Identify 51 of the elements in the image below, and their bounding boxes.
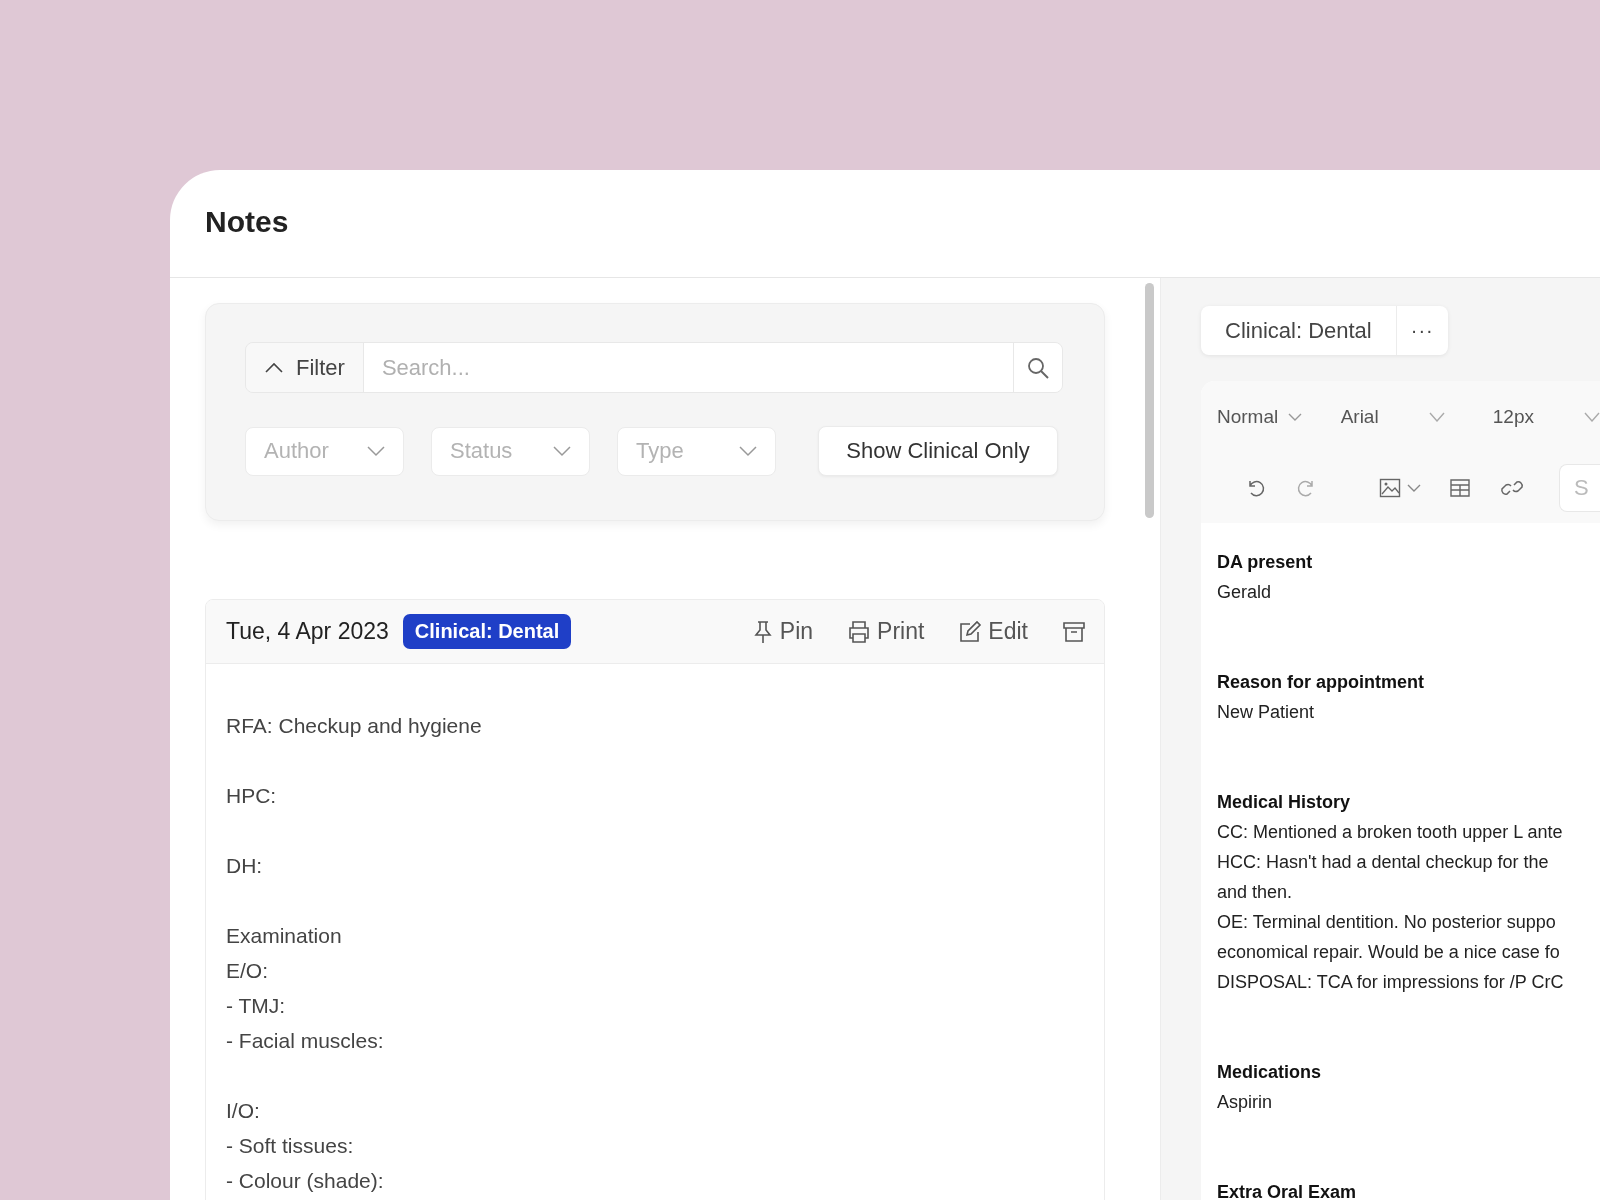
chevron-down-icon	[367, 445, 385, 457]
section-heading: DA present	[1217, 551, 1314, 574]
section-heading: Reason for appointment	[1217, 671, 1425, 694]
more-button[interactable]: ···	[1396, 306, 1448, 355]
chevron-down-icon	[1584, 412, 1600, 422]
chevron-down-icon	[739, 445, 757, 457]
chevron-down-icon[interactable]	[1407, 484, 1421, 492]
section-text: Gerald	[1217, 581, 1273, 604]
note-tag: Clinical: Dental	[402, 614, 572, 649]
note-line: RFA: Checkup and hygiene	[226, 713, 483, 739]
note-line: DH:	[226, 853, 264, 879]
show-clinical-button[interactable]: Show Clinical Only	[818, 426, 1058, 476]
section-heading: Medications	[1217, 1061, 1323, 1084]
section-text: HCC: Hasn't had a dental checkup for the	[1217, 851, 1550, 874]
scrollbar-thumb[interactable]	[1145, 283, 1154, 518]
note-line: - TMJ:	[226, 993, 287, 1019]
note-line: HPC:	[226, 783, 278, 809]
section-text: Aspirin	[1217, 1091, 1274, 1114]
note-line: - Facial muscles:	[226, 1028, 385, 1054]
edit-icon	[958, 619, 983, 644]
page-title: Notes	[205, 204, 289, 240]
section-heading: Medical History	[1217, 791, 1352, 814]
section-text: DISPOSAL: TCA for impressions for /P CrC	[1217, 971, 1565, 994]
table-icon[interactable]	[1449, 478, 1471, 498]
size-select[interactable]: 12px	[1492, 406, 1600, 428]
archive-icon	[1062, 620, 1086, 643]
note-type-button[interactable]: Clinical: Dental	[1201, 306, 1397, 355]
image-icon[interactable]	[1379, 478, 1401, 498]
style-select[interactable]: Normal	[1217, 406, 1341, 428]
section-heading: Extra Oral Exam	[1217, 1181, 1358, 1200]
link-icon[interactable]	[1499, 478, 1525, 498]
note-line: E/O:	[226, 958, 269, 984]
chevron-down-icon	[1428, 412, 1445, 422]
section-text: OE: Terminal dentition. No posterior suppo	[1217, 911, 1557, 934]
note-line: Examination	[226, 923, 343, 949]
section-text: and then.	[1217, 881, 1294, 904]
pin-button[interactable]: Pin	[751, 618, 814, 645]
section-text: CC: Mentioned a broken tooth upper L ante	[1217, 821, 1564, 844]
edit-button[interactable]: Edit	[958, 618, 1028, 645]
chevron-down-icon	[1288, 413, 1303, 421]
archive-button[interactable]	[1062, 620, 1086, 643]
section-text: New Patient	[1217, 701, 1316, 724]
chevron-down-icon	[553, 445, 571, 457]
note-line: - Colour (shade):	[226, 1168, 385, 1194]
printer-icon	[847, 619, 872, 644]
note-date: Tue, 4 Apr 2023	[226, 618, 389, 645]
font-select[interactable]: Arial	[1340, 406, 1493, 428]
note-line: I/O:	[226, 1098, 261, 1124]
note-line: - Soft tissues:	[226, 1133, 355, 1159]
section-text: economical repair. Would be a nice case fo	[1217, 941, 1561, 964]
print-button[interactable]: Print	[847, 618, 925, 645]
